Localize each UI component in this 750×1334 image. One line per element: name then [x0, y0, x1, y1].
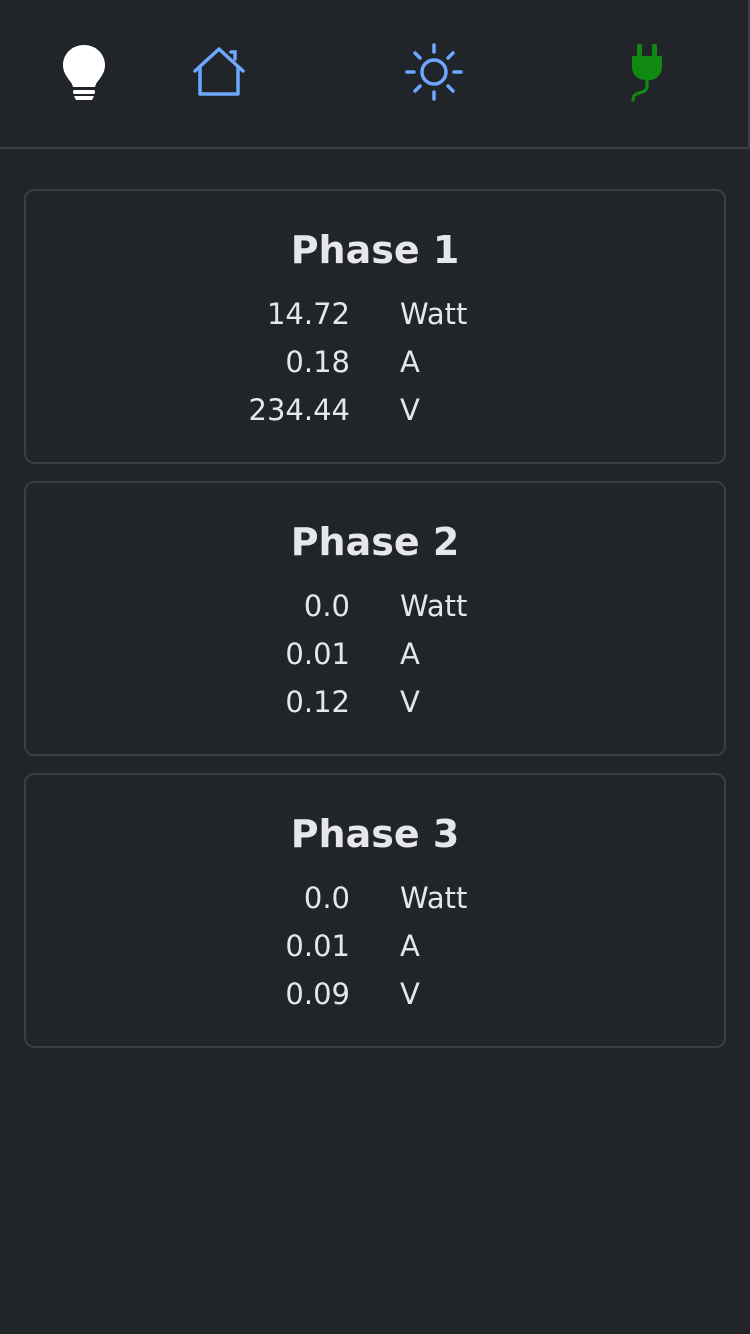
top-nav-bar [0, 0, 750, 149]
power-value: 0.0 [303, 589, 350, 623]
current-value: 0.18 [285, 345, 350, 379]
voltage-value: 234.44 [248, 393, 350, 427]
current-unit: A [400, 637, 420, 671]
voltage-value: 0.09 [285, 977, 350, 1011]
power-value: 0.0 [303, 881, 350, 915]
phase-title: Phase 3 [290, 812, 460, 856]
nav-power-button[interactable] [615, 40, 679, 104]
reading-row-voltage: 0.09 V [26, 970, 724, 1018]
nav-home-button[interactable] [187, 40, 251, 104]
voltage-unit: V [400, 393, 420, 427]
current-value: 0.01 [285, 637, 350, 671]
phase-card: Phase 1 14.72 Watt 0.18 A 234.44 V [24, 189, 726, 464]
phase-card: Phase 3 0.0 Watt 0.01 A 0.09 V [24, 773, 726, 1048]
current-value: 0.01 [285, 929, 350, 963]
voltage-value: 0.12 [285, 685, 350, 719]
power-unit: Watt [400, 881, 468, 915]
reading-row-power: 14.72 Watt [26, 290, 724, 338]
reading-row-current: 0.18 A [26, 338, 724, 386]
nav-sun-button[interactable] [402, 40, 466, 104]
power-value: 14.72 [266, 297, 350, 331]
reading-row-current: 0.01 A [26, 922, 724, 970]
phase-title: Phase 1 [290, 228, 460, 272]
home-icon [193, 47, 245, 96]
power-plug-icon [631, 44, 662, 102]
reading-row-power: 0.0 Watt [26, 582, 724, 630]
nav-lights-button[interactable] [52, 40, 116, 104]
current-unit: A [400, 345, 420, 379]
voltage-unit: V [400, 977, 420, 1011]
phase-cards: Phase 1 14.72 Watt 0.18 A 234.44 V Phase… [24, 189, 726, 1065]
power-unit: Watt [400, 297, 468, 331]
phase-title: Phase 2 [290, 520, 460, 564]
voltage-unit: V [400, 685, 420, 719]
reading-row-current: 0.01 A [26, 630, 724, 678]
lightbulb-icon [63, 45, 105, 100]
reading-row-power: 0.0 Watt [26, 874, 724, 922]
sun-icon [405, 43, 463, 101]
phase-card: Phase 2 0.0 Watt 0.01 A 0.12 V [24, 481, 726, 756]
power-unit: Watt [400, 589, 468, 623]
reading-row-voltage: 0.12 V [26, 678, 724, 726]
current-unit: A [400, 929, 420, 963]
reading-row-voltage: 234.44 V [26, 386, 724, 434]
